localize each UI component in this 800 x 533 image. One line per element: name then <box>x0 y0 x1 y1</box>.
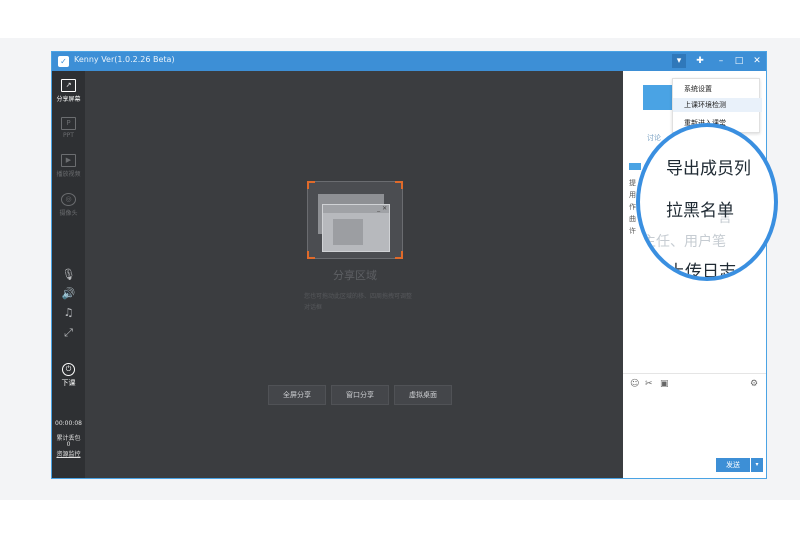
chat-line: 作 <box>629 203 636 211</box>
chat-line: 许 <box>629 227 636 235</box>
chat-line: 提 <box>629 179 636 187</box>
settings-icon[interactable]: ⚙ <box>750 379 758 389</box>
pin-icon[interactable]: ✚ <box>693 54 707 68</box>
close-button[interactable]: ✕ <box>750 54 764 68</box>
fullscreen-icon[interactable]: ⤢ <box>52 326 85 340</box>
image-icon[interactable]: ▣ <box>660 379 669 389</box>
title-bar: ✓ Kenny Ver(1.0.2.26 Beta) ▾ ✚ – □ ✕ <box>52 52 766 71</box>
virtual-desktop-button[interactable]: 虚拟桌面 <box>394 385 452 405</box>
input-toolbar-divider <box>623 373 766 374</box>
music-icon[interactable]: ♫ <box>52 306 85 319</box>
app-window: ✓ Kenny Ver(1.0.2.26 Beta) ▾ ✚ – □ ✕ ↗ 分… <box>51 51 767 479</box>
sidebar-item-label: PPT <box>63 132 74 139</box>
corner-handle <box>307 181 315 189</box>
sidebar-item-label: 摄像头 <box>59 210 78 217</box>
window-inner-shape <box>333 219 363 245</box>
sidebar-item-video[interactable]: ▶ 播放视频 <box>52 154 85 178</box>
share-area-title: 分享区域 <box>333 269 377 282</box>
front-window-shape: _ ✕ <box>322 204 390 252</box>
video-icon: ▶ <box>61 154 76 167</box>
power-icon: ⏻ <box>62 363 75 376</box>
packet-loss-value: 0 <box>66 441 71 448</box>
magnified-menu-item-export-members[interactable]: 导出成员列 <box>666 154 751 179</box>
class-timer: 00:00:08 <box>55 420 82 427</box>
magnified-menu-item-blacklist[interactable]: 拉黑名单 <box>666 196 734 221</box>
app-logo-icon: ✓ <box>58 56 69 67</box>
share-screen-icon: ↗ <box>61 79 76 92</box>
end-class-button[interactable]: ⏻ 下课 <box>52 363 85 388</box>
scissors-icon[interactable]: ✂ <box>645 379 653 389</box>
chat-badge <box>629 163 641 170</box>
send-button[interactable]: 发送 <box>716 458 750 472</box>
resource-monitor-link[interactable]: 资源监控 <box>52 449 85 458</box>
window-title: Kenny Ver(1.0.2.26 Beta) <box>74 55 175 64</box>
sidebar-item-ppt[interactable]: P PPT <box>52 117 85 139</box>
share-area-description: 您也可拖动此区域的移、四周拖拽可调整对话框 <box>304 293 413 311</box>
menu-item-system-settings[interactable]: 系统设置 <box>684 84 712 94</box>
corner-handle <box>395 181 403 189</box>
maximize-button[interactable]: □ <box>732 54 746 68</box>
window-share-button[interactable]: 窗口分享 <box>331 385 389 405</box>
ppt-icon: P <box>61 117 76 130</box>
magnified-background-text: 主任、用户笔 <box>642 234 726 250</box>
fullscreen-share-button[interactable]: 全屏分享 <box>268 385 326 405</box>
minimize-button[interactable]: – <box>714 54 728 68</box>
send-options-chevron-down-icon[interactable]: ▾ <box>751 458 763 472</box>
chat-line: 曲 <box>629 215 636 223</box>
camera-icon: ◎ <box>61 193 76 206</box>
emoji-icon[interactable]: ☺ <box>630 379 639 389</box>
left-sidebar: ↗ 分享屏幕 P PPT ▶ 播放视频 ◎ 摄像头 🎙 🔊 ♫ ⤢ ⏻ 下课 0… <box>52 71 85 478</box>
sidebar-item-label: 播放视频 <box>56 171 81 178</box>
share-content-area: _ ✕ 分享区域 您也可拖动此区域的移、四周拖拽可调整对话框 全屏分享 窗口分享… <box>85 71 623 478</box>
window-bar: _ ✕ <box>323 205 389 213</box>
sidebar-item-camera[interactable]: ◎ 摄像头 <box>52 193 85 217</box>
menu-item-environment-check[interactable]: 上课环境检测 <box>673 98 762 112</box>
chat-line: 用 <box>629 191 636 199</box>
sidebar-item-label: 分享屏幕 <box>56 96 81 103</box>
tab-discussion[interactable]: 讨论 <box>647 133 661 143</box>
corner-handle <box>307 251 315 259</box>
end-class-label: 下课 <box>61 379 76 387</box>
corner-handle <box>395 251 403 259</box>
speaker-icon[interactable]: 🔊 <box>52 287 85 300</box>
share-area-illustration: _ ✕ <box>307 181 403 259</box>
microphone-icon[interactable]: 🎙 <box>52 268 85 281</box>
magnifier-callout: 言 主任、用户笔 导出成员列 拉黑名单 上传日志 <box>636 123 778 281</box>
sidebar-item-share-screen[interactable]: ↗ 分享屏幕 <box>52 79 85 103</box>
dropdown-menu-button[interactable]: ▾ <box>672 54 686 68</box>
